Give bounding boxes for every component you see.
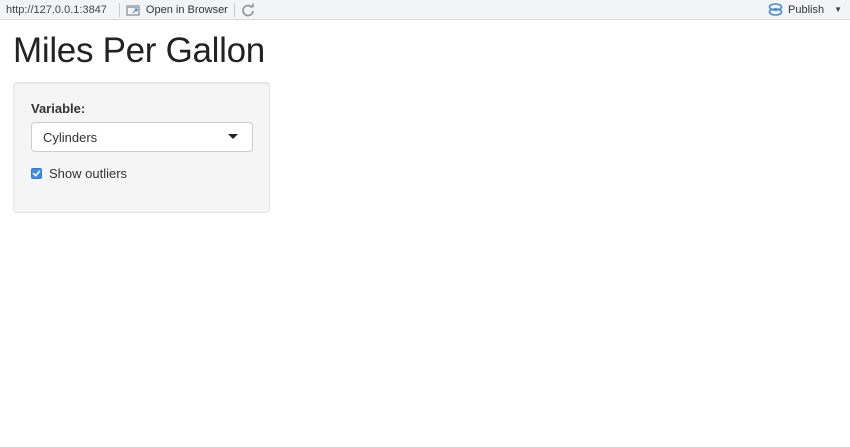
chevron-down-icon: ▼ [834,5,842,14]
refresh-button[interactable] [241,3,255,17]
sidebar-panel: Variable: Cylinders Show outliers [13,82,270,213]
url-text: http://127.0.0.1:3847 [6,3,107,16]
variable-select[interactable]: Cylinders [31,122,253,152]
open-in-browser-button[interactable]: Open in Browser [126,4,228,16]
open-in-browser-label: Open in Browser [145,3,228,16]
show-outliers-checkbox[interactable] [31,168,42,179]
publish-label: Publish [788,3,825,16]
variable-label: Variable: [31,101,86,116]
chevron-down-icon [228,134,238,139]
show-outliers-label: Show outliers [49,166,128,181]
checkmark-icon [32,170,41,177]
page-title: Miles Per Gallon [13,31,265,70]
refresh-icon [241,3,255,17]
viewer-toolbar: http://127.0.0.1:3847 Open in Browser Pu… [0,0,850,20]
publish-button[interactable]: Publish ▼ [768,3,850,16]
open-in-browser-icon [126,4,141,16]
publish-icon [768,3,783,16]
show-outliers-option[interactable]: Show outliers [31,166,127,181]
toolbar-divider [233,2,235,17]
toolbar-divider [118,2,120,17]
variable-selected-value: Cylinders [43,129,98,145]
